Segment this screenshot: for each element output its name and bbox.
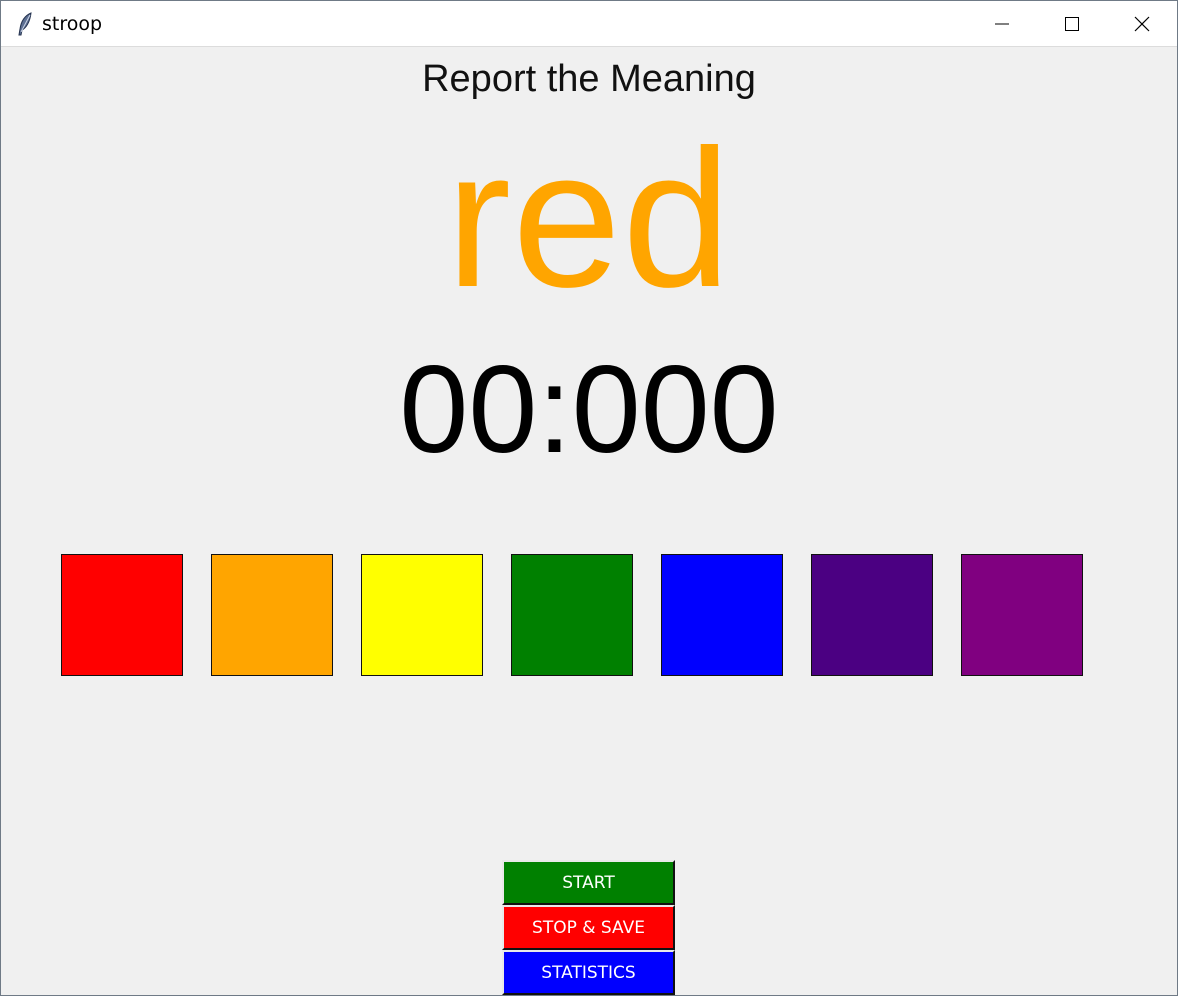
swatch-orange[interactable] xyxy=(211,554,333,676)
maximize-icon xyxy=(1064,16,1080,32)
start-button[interactable]: START xyxy=(502,860,675,905)
minimize-icon xyxy=(994,16,1010,32)
title-bar[interactable]: stroop xyxy=(1,1,1177,47)
app-window: stroop Report the Meaning red 00:000 STA xyxy=(0,0,1178,996)
close-icon xyxy=(1134,16,1150,32)
close-button[interactable] xyxy=(1107,1,1177,47)
swatch-indigo[interactable] xyxy=(811,554,933,676)
minimize-button[interactable] xyxy=(967,1,1037,47)
window-title: stroop xyxy=(42,13,103,35)
statistics-button[interactable]: STATISTICS xyxy=(502,950,675,995)
stop-save-button[interactable]: STOP & SAVE xyxy=(502,905,675,950)
timer-display: 00:000 xyxy=(399,341,779,479)
swatch-red[interactable] xyxy=(61,554,183,676)
main-content: Report the Meaning red 00:000 START STOP… xyxy=(1,47,1177,995)
swatch-purple[interactable] xyxy=(961,554,1083,676)
swatch-green[interactable] xyxy=(511,554,633,676)
maximize-button[interactable] xyxy=(1037,1,1107,47)
instruction-label: Report the Meaning xyxy=(422,58,756,100)
stimulus-word: red xyxy=(445,109,733,328)
swatch-yellow[interactable] xyxy=(361,554,483,676)
swatch-blue[interactable] xyxy=(661,554,783,676)
feather-icon xyxy=(15,12,35,36)
